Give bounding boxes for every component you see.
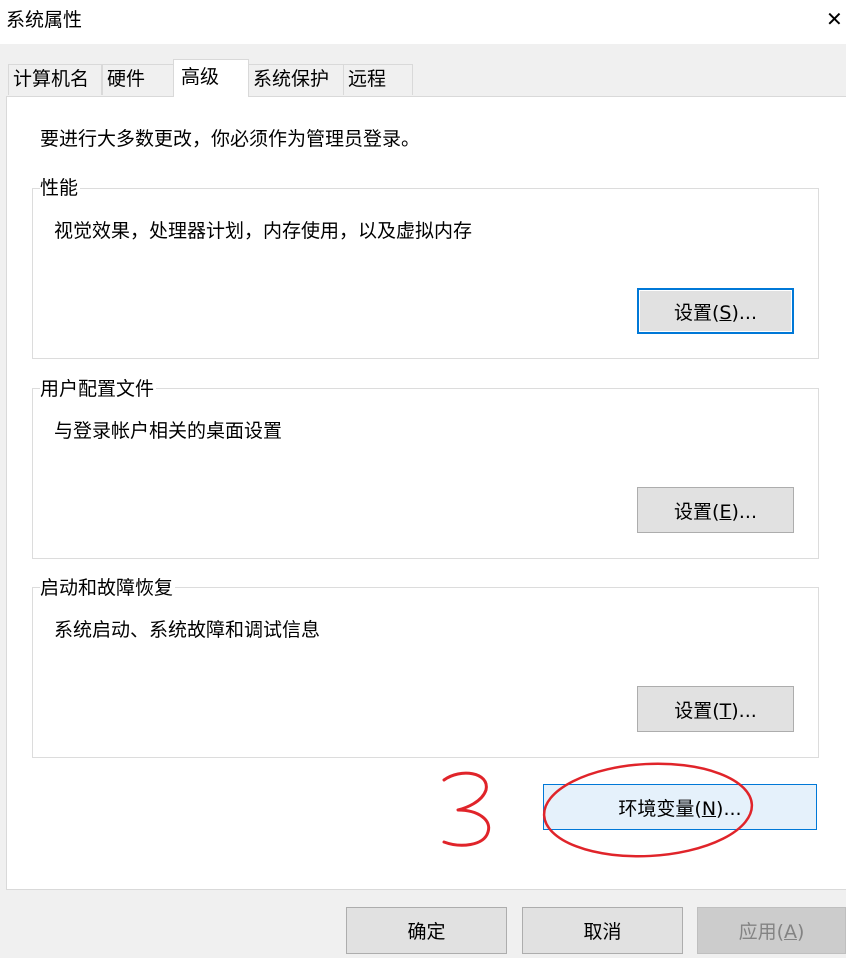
button-label-suffix: )... [716, 797, 742, 820]
tab-label: 远程 [348, 68, 387, 90]
performance-legend: 性能 [40, 176, 81, 200]
performance-description: 视觉效果，处理器计划，内存使用，以及虚拟内存 [54, 220, 473, 242]
tab-label: 计算机名 [13, 68, 90, 90]
environment-variables-button[interactable]: 环境变量(N)... [543, 784, 817, 830]
tab-hardware[interactable]: 硬件 [102, 64, 174, 95]
tab-system-protection[interactable]: 系统保护 [248, 64, 344, 95]
button-label: 设置( [673, 301, 720, 324]
button-label: 应用( [738, 921, 784, 943]
user-profiles-group [32, 388, 819, 559]
tab-label: 系统保护 [253, 68, 330, 90]
tab-label: 硬件 [107, 68, 146, 90]
tab-computer-name[interactable]: 计算机名 [8, 64, 102, 95]
tab-advanced[interactable]: 高级 [173, 59, 249, 97]
button-label-suffix: )... [731, 301, 757, 324]
button-label: 环境变量( [618, 797, 702, 820]
system-properties-dialog: 系统属性 ✕ 计算机名 硬件 高级 系统保护 远程 要进行大多数更改，你必须作为… [0, 0, 846, 958]
tab-remote[interactable]: 远程 [343, 64, 413, 95]
accelerator-key: E [719, 500, 732, 523]
tab-strip: 计算机名 硬件 高级 系统保护 远程 [0, 44, 846, 97]
button-label: 设置( [674, 500, 720, 523]
ok-button[interactable]: 确定 [346, 907, 507, 954]
cancel-button[interactable]: 取消 [522, 907, 683, 954]
accelerator-key: A [784, 921, 797, 943]
button-label-suffix: ) [797, 921, 805, 943]
user-profiles-legend: 用户配置文件 [40, 377, 157, 401]
window-title: 系统属性 [6, 9, 83, 31]
user-profiles-settings-button[interactable]: 设置(E)... [637, 487, 794, 533]
startup-recovery-group [32, 587, 819, 758]
startup-recovery-legend: 启动和故障恢复 [40, 576, 176, 600]
button-label-suffix: )... [731, 500, 757, 523]
user-profiles-description: 与登录帐户相关的桌面设置 [54, 420, 283, 442]
button-label-suffix: )... [731, 699, 757, 722]
admin-notice: 要进行大多数更改，你必须作为管理员登录。 [40, 128, 421, 150]
accelerator-key: S [719, 301, 732, 324]
performance-settings-button[interactable]: 设置(S)... [637, 288, 794, 334]
startup-recovery-description: 系统启动、系统故障和调试信息 [54, 619, 321, 641]
button-label: 设置( [674, 699, 720, 722]
tab-label: 高级 [181, 66, 220, 88]
title-bar: 系统属性 ✕ [0, 0, 846, 44]
close-icon[interactable]: ✕ [826, 6, 846, 32]
startup-recovery-settings-button[interactable]: 设置(T)... [637, 686, 794, 732]
accelerator-key: T [719, 699, 732, 722]
accelerator-key: N [701, 797, 717, 820]
apply-button[interactable]: 应用(A) [697, 907, 846, 954]
